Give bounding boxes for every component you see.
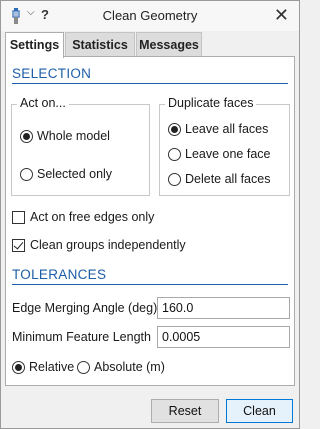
radio-label: Absolute (m) xyxy=(94,360,165,374)
checkbox-box[interactable] xyxy=(12,210,25,224)
selection-divider xyxy=(12,83,288,84)
radio-label: Selected only xyxy=(37,167,113,181)
clean-button[interactable]: Clean xyxy=(226,399,293,423)
radio-button[interactable] xyxy=(168,147,181,161)
tab-messages[interactable]: Messages xyxy=(136,32,202,57)
radio-label: Leave all faces xyxy=(185,122,269,136)
tolerances-header: TOLERANCES xyxy=(12,267,107,282)
edge-merging-angle-input[interactable] xyxy=(157,297,290,319)
title-bar: ⌵ ? Clean Geometry ✕ xyxy=(1,1,299,31)
min-feature-length-label: Minimum Feature Length xyxy=(12,330,151,344)
tab-statistics[interactable]: Statistics xyxy=(65,32,135,57)
radio-leave-one-face[interactable]: Leave one face xyxy=(168,147,271,161)
selection-header: SELECTION xyxy=(12,66,92,81)
radio-button[interactable] xyxy=(20,129,33,143)
radio-whole-model[interactable]: Whole model xyxy=(20,129,110,143)
radio-delete-all-faces[interactable]: Delete all faces xyxy=(168,172,270,186)
checkbox-label: Act on free edges only xyxy=(30,210,155,224)
act-on-group: Act on... Whole model Selected only xyxy=(11,96,150,196)
checkbox-label: Clean groups independently xyxy=(30,238,186,252)
free-edges-only-checkbox[interactable]: Act on free edges only xyxy=(12,210,154,224)
reset-button[interactable]: Reset xyxy=(151,399,219,423)
radio-relative[interactable]: Relative xyxy=(12,360,74,374)
clean-geometry-window: ⌵ ? Clean Geometry ✕ Settings Statistics… xyxy=(0,0,300,429)
checkbox-box[interactable] xyxy=(12,238,25,252)
radio-button[interactable] xyxy=(20,167,33,181)
min-feature-length-input[interactable] xyxy=(157,326,290,348)
radio-button[interactable] xyxy=(168,122,181,136)
radio-absolute[interactable]: Absolute (m) xyxy=(77,360,165,374)
radio-label: Delete all faces xyxy=(185,172,271,186)
clean-groups-independently-checkbox[interactable]: Clean groups independently xyxy=(12,238,186,252)
tolerances-divider xyxy=(12,284,288,285)
radio-label: Relative xyxy=(29,360,75,374)
close-icon[interactable]: ✕ xyxy=(274,4,289,26)
duplicate-faces-title: Duplicate faces xyxy=(165,96,257,110)
radio-button[interactable] xyxy=(168,172,181,186)
edge-merging-angle-label: Edge Merging Angle (deg) xyxy=(12,301,158,315)
radio-label: Leave one face xyxy=(185,147,271,161)
tab-bar: Settings Statistics Messages xyxy=(1,31,299,58)
radio-button[interactable] xyxy=(77,360,90,374)
radio-button[interactable] xyxy=(12,360,25,374)
window-title: Clean Geometry xyxy=(102,8,198,23)
tab-settings[interactable]: Settings xyxy=(5,32,64,58)
radio-label: Whole model xyxy=(37,129,110,143)
settings-panel: SELECTION Act on... Whole model Selected… xyxy=(5,56,295,386)
radio-leave-all-faces[interactable]: Leave all faces xyxy=(168,122,268,136)
radio-selected-only[interactable]: Selected only xyxy=(20,167,112,181)
duplicate-faces-group: Duplicate faces Leave all faces Leave on… xyxy=(159,96,290,196)
act-on-title: Act on... xyxy=(17,96,69,110)
